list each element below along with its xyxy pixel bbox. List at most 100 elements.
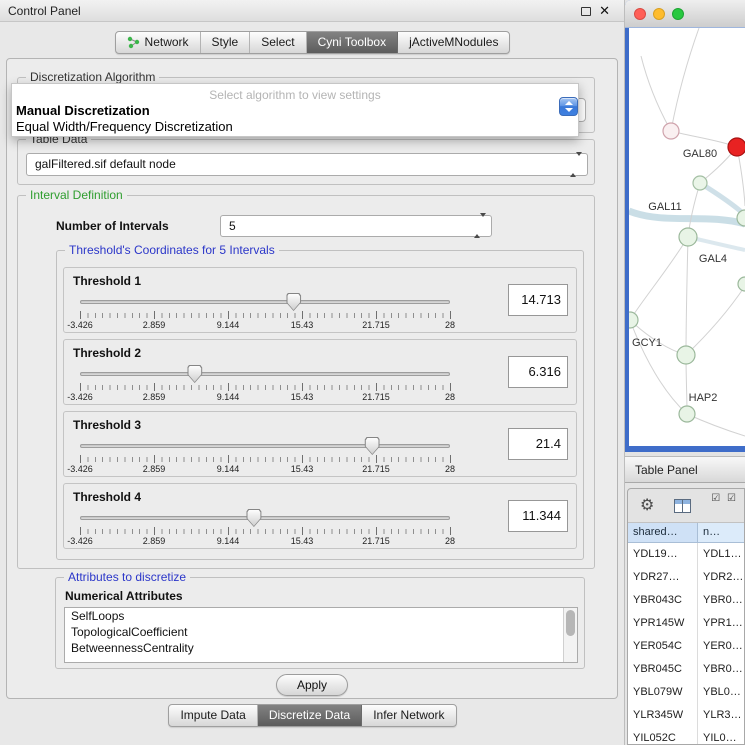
zoom-traffic-light-icon[interactable] xyxy=(672,8,684,20)
checkbox-icons[interactable]: ☑ ☑ xyxy=(711,493,738,505)
list-item[interactable]: BetweennessCentrality xyxy=(65,640,577,656)
edge[interactable] xyxy=(686,286,745,355)
edge[interactable] xyxy=(686,237,688,355)
cell[interactable]: YBR045C xyxy=(628,658,698,681)
attributes-group-title: Attributes to discretize xyxy=(64,570,190,584)
tab-select[interactable]: Select xyxy=(250,32,306,53)
cell[interactable]: YBL0… xyxy=(698,681,744,704)
slider-track[interactable] xyxy=(80,444,450,448)
threshold-2-value-field[interactable]: 6.316 xyxy=(508,356,568,388)
slider-track[interactable] xyxy=(80,516,450,520)
table-row[interactable]: YBR043CYBR0… xyxy=(628,589,744,612)
node[interactable] xyxy=(738,277,745,291)
threshold-4-value-field[interactable]: 11.344 xyxy=(508,500,568,532)
float-window-icon[interactable] xyxy=(581,7,591,16)
edge[interactable] xyxy=(671,28,699,131)
control-panel-titlebar[interactable]: Control Panel ✕ xyxy=(0,0,624,22)
algorithm-option-manual[interactable]: Manual Discretization xyxy=(12,103,578,119)
table-row[interactable]: YIL052CYIL0… xyxy=(628,727,744,744)
network-view-window[interactable]: GAL80 GAL11 GAL4 GCY1 HAP2 xyxy=(625,0,745,452)
edge[interactable] xyxy=(700,183,745,215)
cell[interactable]: YBL079W xyxy=(628,681,698,704)
tab-discretize-data[interactable]: Discretize Data xyxy=(258,705,362,726)
slider-track[interactable] xyxy=(80,300,450,304)
cell[interactable]: YDR27… xyxy=(628,566,698,589)
list-item[interactable]: SelfLoops xyxy=(65,608,577,624)
edge[interactable] xyxy=(629,211,745,224)
apply-button[interactable]: Apply xyxy=(276,674,348,696)
edge[interactable] xyxy=(687,414,745,436)
edge[interactable] xyxy=(630,237,688,320)
table-row[interactable]: YBR045CYBR0… xyxy=(628,658,744,681)
network-canvas[interactable]: GAL80 GAL11 GAL4 GCY1 HAP2 xyxy=(629,28,745,446)
edge[interactable] xyxy=(641,56,671,131)
threshold-2-slider[interactable]: -3.426 2.859 9.144 15.43 21.715 28 xyxy=(80,364,450,404)
cell[interactable]: YIL0… xyxy=(698,727,744,744)
table-row[interactable]: YLR345WYLR3… xyxy=(628,704,744,727)
cell[interactable]: YBR043C xyxy=(628,589,698,612)
table-row[interactable]: YDR27…YDR2… xyxy=(628,566,744,589)
node[interactable] xyxy=(679,406,695,422)
cell[interactable]: YPR1… xyxy=(698,612,744,635)
network-window-titlebar[interactable] xyxy=(625,0,745,28)
node-selected[interactable] xyxy=(728,138,745,156)
tab-impute-data[interactable]: Impute Data xyxy=(169,705,257,726)
slider-track[interactable] xyxy=(80,372,450,376)
slider-thumb[interactable] xyxy=(246,509,261,527)
tab-infer-network[interactable]: Infer Network xyxy=(362,705,455,726)
table-row[interactable]: YDL19…YDL1… xyxy=(628,543,744,566)
table-row[interactable]: YBL079WYBL0… xyxy=(628,681,744,704)
table-panel-header[interactable]: Table Panel xyxy=(625,456,745,483)
node[interactable] xyxy=(677,346,695,364)
numerical-attributes-list[interactable]: SelfLoops TopologicalCoefficient Between… xyxy=(64,607,578,663)
node[interactable] xyxy=(663,123,679,139)
column-header-shared-name[interactable]: shared… xyxy=(628,523,698,542)
close-traffic-light-icon[interactable] xyxy=(634,8,646,20)
cell[interactable]: YIL052C xyxy=(628,727,698,744)
threshold-3-slider[interactable]: -3.426 2.859 9.144 15.43 21.715 28 xyxy=(80,436,450,476)
cell[interactable]: YBR0… xyxy=(698,589,744,612)
scrollbar[interactable] xyxy=(563,608,577,662)
threshold-4-slider[interactable]: -3.426 2.859 9.144 15.43 21.715 28 xyxy=(80,508,450,548)
threshold-coordinates-group: Threshold's Coordinates for 5 Intervals … xyxy=(56,250,584,560)
table-row[interactable]: YPR145WYPR1… xyxy=(628,612,744,635)
tab-jactivemodules[interactable]: jActiveMNodules xyxy=(398,32,509,53)
cell[interactable]: YLR3… xyxy=(698,704,744,727)
threshold-1-slider[interactable]: -3.426 2.859 9.144 15.43 21.715 28 xyxy=(80,292,450,332)
cell[interactable]: YDL1… xyxy=(698,543,744,566)
tab-style[interactable]: Style xyxy=(201,32,251,53)
edge[interactable] xyxy=(671,131,737,147)
tab-network[interactable]: Network xyxy=(116,32,201,53)
threshold-1-value-field[interactable]: 14.713 xyxy=(508,284,568,316)
slider-thumb[interactable] xyxy=(187,365,202,383)
node[interactable] xyxy=(679,228,697,246)
cell[interactable]: YDL19… xyxy=(628,543,698,566)
slider-thumb[interactable] xyxy=(365,437,380,455)
algorithm-option-equal-width[interactable]: Equal Width/Frequency Discretization xyxy=(12,119,578,135)
cell[interactable]: YER054C xyxy=(628,635,698,658)
threshold-3-value-field[interactable]: 21.4 xyxy=(508,428,568,460)
gear-icon[interactable]: ⚙ xyxy=(640,496,654,516)
node[interactable] xyxy=(693,176,707,190)
list-item[interactable]: TopologicalCoefficient xyxy=(65,624,577,640)
cell[interactable]: YDR2… xyxy=(698,566,744,589)
table-row[interactable]: YER054CYER0… xyxy=(628,635,744,658)
column-header-name[interactable]: n… xyxy=(698,523,744,542)
table-data-combobox[interactable]: galFiltered.sif default node xyxy=(26,153,588,176)
column-selector-icon[interactable] xyxy=(674,499,691,513)
number-of-intervals-combobox[interactable]: 5 xyxy=(220,215,492,237)
cell[interactable]: YBR0… xyxy=(698,658,744,681)
cell[interactable]: YLR345W xyxy=(628,704,698,727)
cell[interactable]: YPR145W xyxy=(628,612,698,635)
combobox-stepper-icon[interactable] xyxy=(559,97,578,116)
cell[interactable]: YER0… xyxy=(698,635,744,658)
close-icon[interactable]: ✕ xyxy=(599,0,610,22)
interval-definition-title: Interval Definition xyxy=(26,188,127,202)
scale-label: 21.715 xyxy=(362,320,390,330)
scrollbar-thumb[interactable] xyxy=(566,610,575,636)
slider-thumb[interactable] xyxy=(286,293,301,311)
edge[interactable] xyxy=(630,320,687,414)
minimize-traffic-light-icon[interactable] xyxy=(653,8,665,20)
tab-cyni-toolbox[interactable]: Cyni Toolbox xyxy=(307,32,398,53)
control-panel-window: Control Panel ✕ Network Styl xyxy=(0,0,625,745)
